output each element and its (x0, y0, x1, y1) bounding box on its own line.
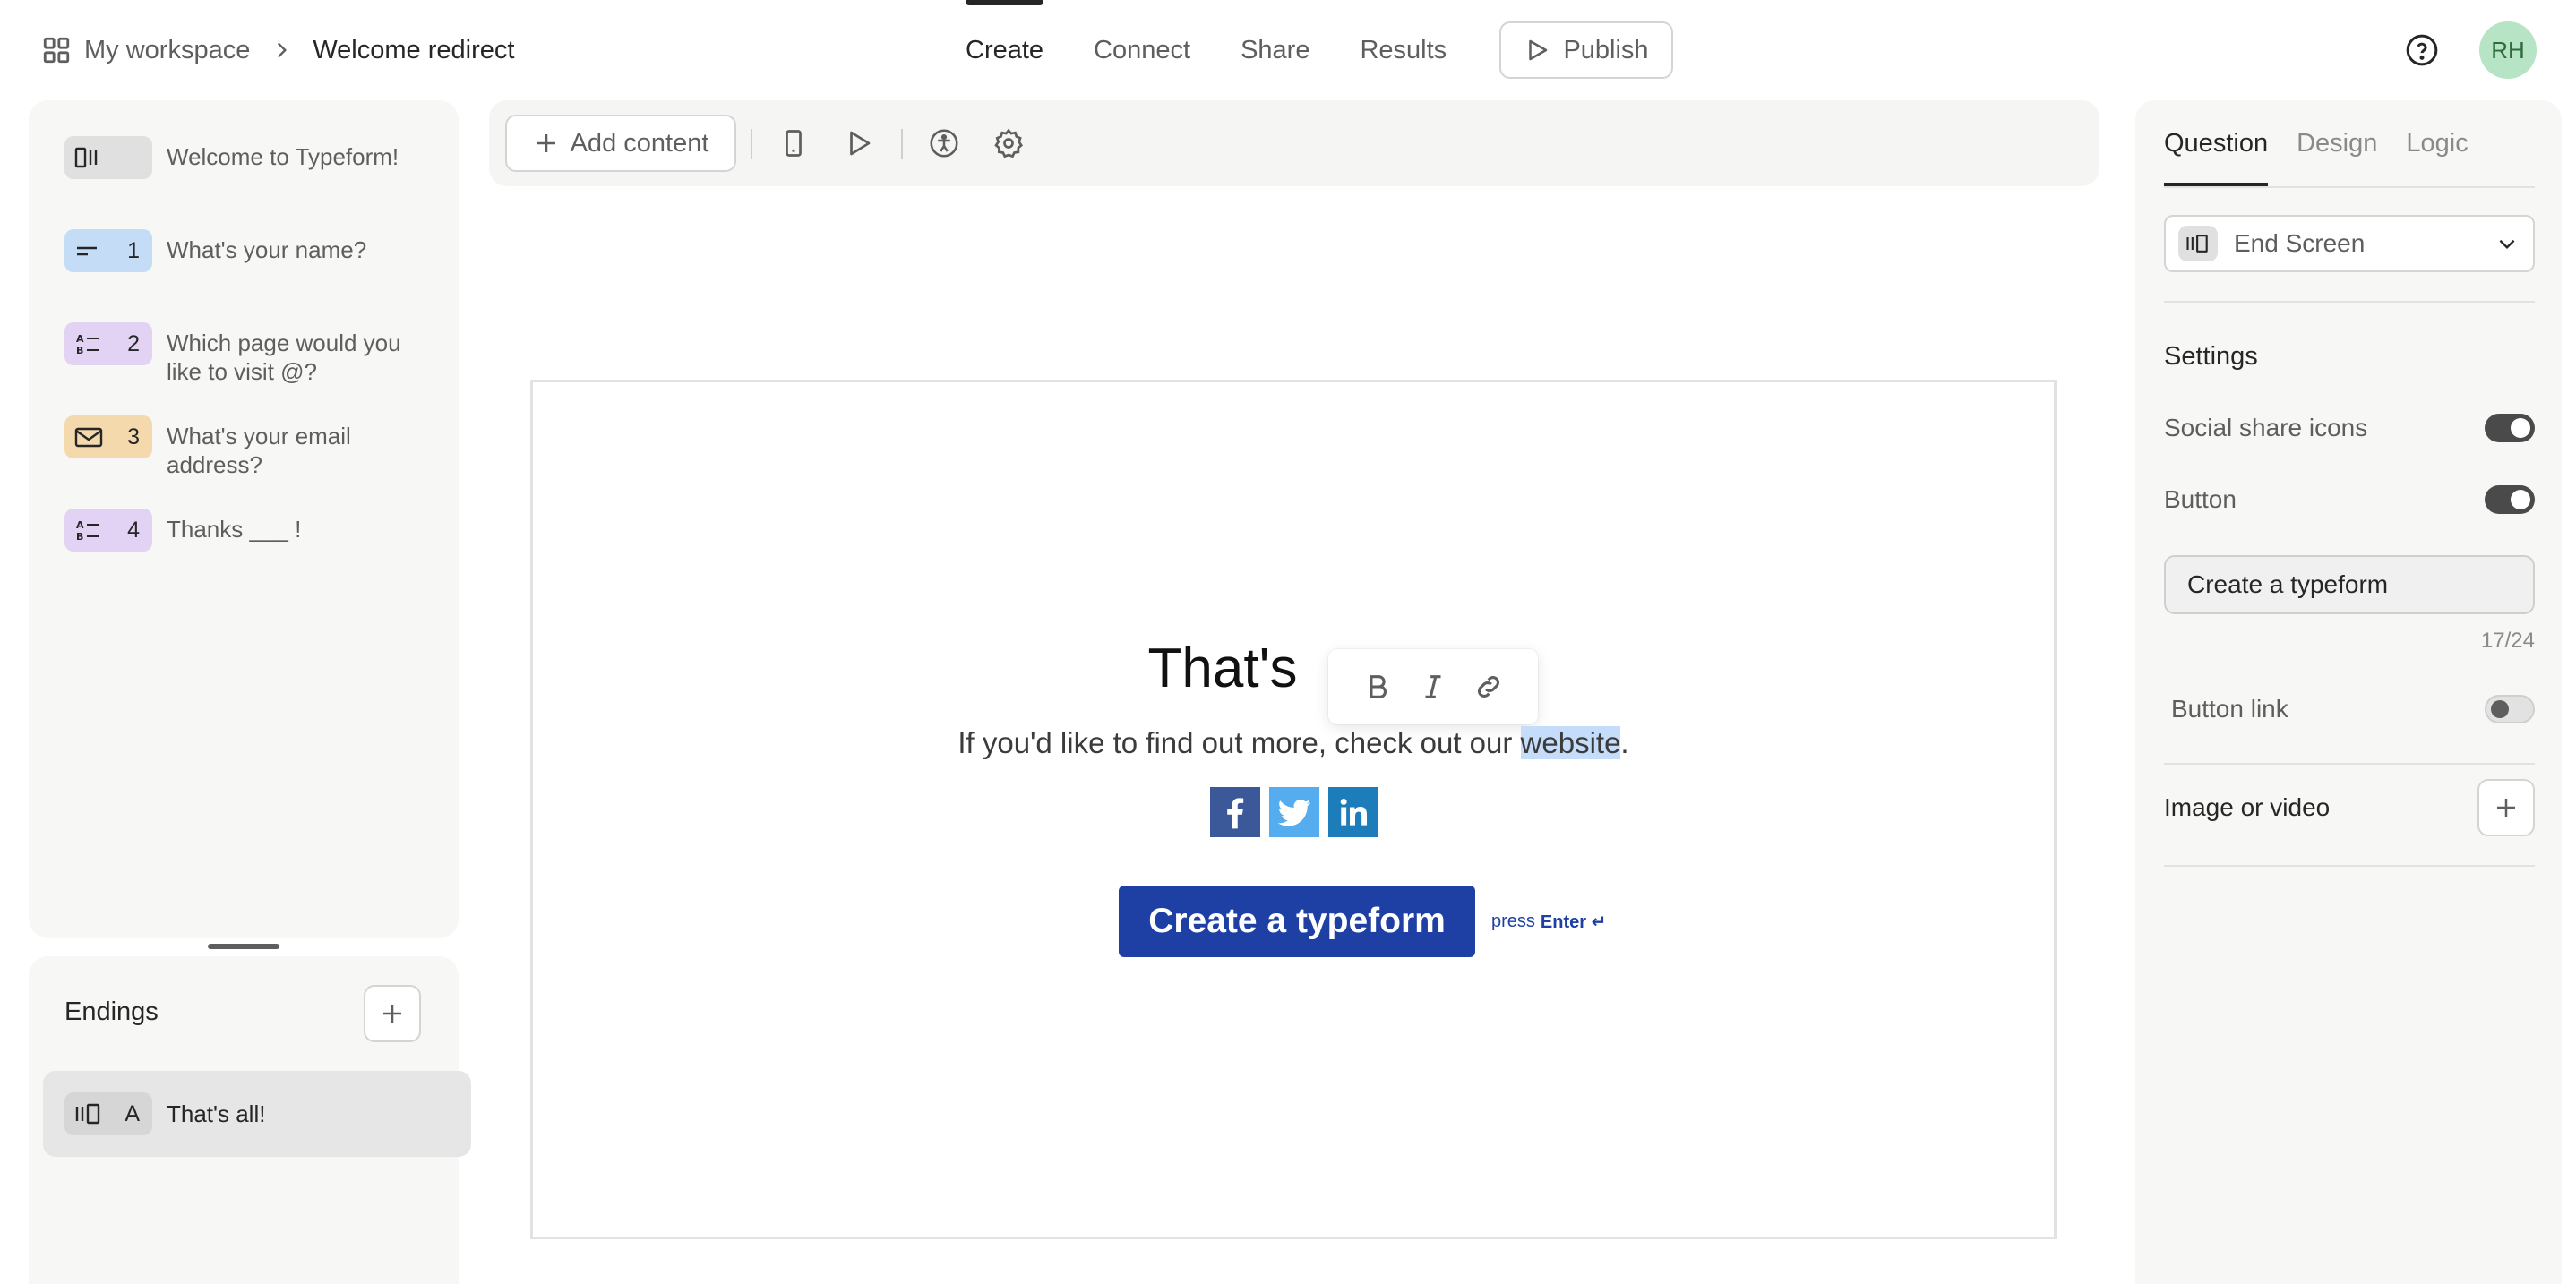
button-text-input[interactable] (2164, 555, 2535, 614)
svg-text:A: A (76, 333, 84, 345)
image-video-setting: Image or video (2164, 779, 2535, 836)
add-image-video-button[interactable] (2477, 779, 2535, 836)
properties-panel: Question Design Logic End Screen Setting… (2135, 100, 2562, 1284)
question-text: What's your email address? (167, 423, 351, 478)
ending-text: That's all! (167, 1100, 266, 1127)
chevron-right-icon (262, 39, 300, 62)
social-share-icons (1210, 787, 1378, 837)
selected-text-highlight: website (1520, 726, 1621, 759)
question-text: Welcome to Typeform! (167, 143, 399, 170)
user-avatar[interactable]: RH (2479, 21, 2537, 79)
button-setting: Button (2164, 482, 2535, 518)
char-count: 17/24 (2480, 629, 2535, 653)
social-share-toggle[interactable] (2485, 414, 2535, 442)
tab-create[interactable]: Create (966, 0, 1044, 100)
end-screen-preview[interactable]: That's If you'd like to find out more, c… (530, 380, 2057, 1239)
question-type-select[interactable]: End Screen (2164, 215, 2535, 272)
editor-toolbar: Add content (489, 100, 2099, 186)
question-item-4[interactable]: A B 4 Thanks ___ ! (64, 509, 441, 552)
question-badge: A B 4 (64, 509, 152, 552)
mobile-preview-icon[interactable] (776, 125, 811, 161)
publish-button[interactable]: Publish (1499, 21, 1673, 79)
tab-share[interactable]: Share (1241, 0, 1309, 100)
twitter-icon[interactable] (1269, 787, 1319, 837)
svg-text:B: B (76, 531, 83, 543)
question-badge: 3 (64, 415, 152, 458)
ending-item-a[interactable]: A That's all! (43, 1071, 471, 1157)
create-typeform-cta-button[interactable]: Create a typeform (1119, 886, 1475, 957)
breadcrumb-form-name[interactable]: Welcome redirect (313, 36, 514, 65)
settings-heading: Settings (2164, 342, 2258, 371)
play-preview-icon[interactable] (840, 125, 876, 161)
workspace-grid-icon[interactable] (41, 35, 72, 65)
linkedin-icon[interactable] (1328, 787, 1378, 837)
panel-resize-handle[interactable] (208, 944, 279, 949)
ending-badge: A (64, 1092, 152, 1135)
bold-icon[interactable] (1362, 672, 1393, 702)
accessibility-icon[interactable] (926, 125, 962, 161)
tabs-divider (2164, 186, 2535, 188)
breadcrumb-workspace-link[interactable]: My workspace (84, 36, 250, 65)
link-icon[interactable] (1473, 672, 1504, 702)
tab-design[interactable]: Design (2297, 100, 2377, 186)
main-nav: Create Connect Share Results (966, 0, 1497, 100)
end-screen-icon (2178, 226, 2218, 261)
end-screen-icon (73, 1100, 104, 1127)
add-ending-button[interactable] (364, 985, 421, 1042)
tab-connect[interactable]: Connect (1094, 0, 1190, 100)
endings-title: Endings (64, 997, 159, 1026)
chevron-down-icon (2495, 232, 2519, 255)
end-screen-description[interactable]: If you'd like to find out more, check ou… (533, 726, 2054, 760)
question-badge (64, 136, 152, 179)
question-type-value: End Screen (2234, 229, 2366, 257)
press-enter-hint: press Enter ↵ (1491, 912, 1607, 932)
section-divider (2164, 301, 2535, 303)
button-link-setting: Button link (2164, 691, 2535, 727)
question-item-welcome[interactable]: Welcome to Typeform! (64, 136, 441, 179)
social-share-setting: Social share icons (2164, 410, 2535, 446)
toolbar-divider (751, 129, 752, 159)
question-item-1[interactable]: 1 What's your name? (64, 229, 441, 272)
top-bar: My workspace Welcome redirect Create Con… (0, 0, 2576, 100)
question-text: Thanks ___ ! (167, 516, 302, 543)
publish-label: Publish (1563, 35, 1649, 64)
endings-panel: Endings A That's all! (29, 956, 471, 1284)
question-badge: 1 (64, 229, 152, 272)
plus-icon (2493, 794, 2520, 821)
question-list-panel: Welcome to Typeform! 1 What's your name?… (29, 100, 459, 938)
help-icon[interactable] (2404, 32, 2440, 68)
tab-results[interactable]: Results (1360, 0, 1447, 100)
tab-logic[interactable]: Logic (2406, 100, 2468, 186)
question-text: Which page would you like to visit @? (167, 330, 401, 385)
add-content-button[interactable]: Add content (505, 115, 736, 172)
short-text-icon (73, 237, 104, 264)
add-content-label: Add content (570, 128, 709, 158)
text-format-popup (1328, 649, 1538, 724)
multiple-choice-icon: A B (73, 517, 104, 544)
breadcrumb: My workspace Welcome redirect (41, 30, 514, 70)
question-text: What's your name? (167, 236, 367, 263)
question-item-2[interactable]: A B 2 Which page would you like to visit… (64, 322, 441, 386)
button-toggle[interactable] (2485, 485, 2535, 514)
section-divider (2164, 763, 2535, 765)
question-badge: A B 2 (64, 322, 152, 365)
toolbar-divider (901, 129, 903, 159)
question-item-3[interactable]: 3 What's your email address? (64, 415, 441, 479)
multiple-choice-icon: A B (73, 330, 104, 357)
plus-icon (379, 1000, 406, 1027)
button-link-toggle[interactable] (2485, 695, 2535, 723)
play-outline-icon (1524, 37, 1550, 64)
settings-gear-icon[interactable] (991, 125, 1026, 161)
svg-text:B: B (76, 345, 83, 356)
end-screen-title[interactable]: That's (533, 637, 2054, 700)
facebook-icon[interactable] (1210, 787, 1260, 837)
welcome-screen-icon (73, 144, 104, 171)
section-divider (2164, 865, 2535, 867)
email-icon (73, 424, 104, 450)
plus-icon (533, 130, 560, 157)
italic-icon[interactable] (1418, 672, 1448, 702)
tab-question[interactable]: Question (2164, 100, 2269, 186)
svg-text:A: A (76, 519, 84, 531)
properties-tabs: Question Design Logic (2164, 100, 2469, 186)
